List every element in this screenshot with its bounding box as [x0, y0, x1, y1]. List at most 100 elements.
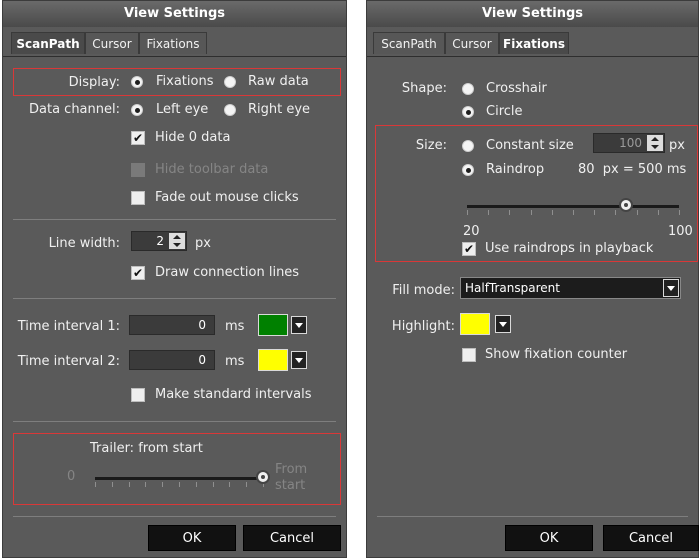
radio-constant-size-label: Constant size	[486, 138, 574, 153]
ok-button[interactable]: OK	[505, 525, 593, 551]
slider-tick	[573, 210, 574, 215]
divider	[13, 219, 336, 220]
tab-cursor[interactable]: Cursor	[445, 32, 499, 54]
radio-raw-data-label: Raw data	[248, 74, 309, 89]
slider-tick	[615, 210, 617, 215]
constant-size-spinner[interactable]: 100	[593, 133, 665, 153]
divider	[13, 516, 336, 517]
time-interval-2-unit: ms	[225, 354, 245, 369]
line-width-value: 2	[156, 234, 164, 248]
raindrop-value-text: 80 px = 500 ms	[578, 162, 687, 177]
slider-tick	[657, 210, 659, 215]
radio-circle[interactable]	[462, 106, 474, 118]
constant-size-value: 100	[619, 136, 642, 150]
slider-tick	[594, 210, 596, 215]
slider-tick	[488, 210, 490, 215]
slider-tick	[162, 482, 164, 487]
highlight-color-swatch[interactable]	[460, 313, 490, 335]
show-fixation-counter-checkbox[interactable]	[462, 348, 476, 362]
tab-scanpath[interactable]: ScanPath	[373, 32, 445, 54]
slider-tick	[467, 210, 468, 215]
make-standard-intervals-label: Make standard intervals	[155, 387, 312, 402]
line-width-label: Line width:	[48, 236, 120, 251]
highlight-color-dropdown-icon[interactable]	[495, 315, 511, 333]
radio-circle-label: Circle	[486, 104, 523, 119]
trailer-label: Trailer: from start	[90, 441, 203, 456]
fill-mode-label: Fill mode:	[392, 283, 455, 298]
view-settings-panel-scanpath: View Settings ScanPath Cursor Fixations …	[2, 0, 347, 558]
spinner-arrows-icon[interactable]	[169, 233, 185, 249]
radio-right-eye-label: Right eye	[248, 102, 311, 117]
tab-bar: ScanPath Cursor Fixations	[3, 28, 346, 57]
slider-tick	[636, 210, 638, 215]
size-slider-handle[interactable]	[619, 198, 633, 212]
tab-scanpath[interactable]: ScanPath	[11, 32, 85, 54]
draw-connection-lines-checkbox[interactable]: ✔	[131, 266, 145, 280]
use-raindrops-checkbox[interactable]: ✔	[462, 242, 476, 256]
slider-tick	[179, 482, 180, 487]
slider-tick	[195, 482, 197, 487]
time-interval-2-color-dropdown-icon[interactable]	[291, 351, 307, 369]
time-interval-1-input[interactable]: 0	[129, 315, 215, 335]
fade-out-mouse-clicks-label: Fade out mouse clicks	[155, 190, 299, 205]
slider-tick	[128, 482, 130, 487]
time-interval-1-unit: ms	[225, 319, 245, 334]
time-interval-2-color-swatch[interactable]	[258, 349, 288, 371]
hide-toolbar-data-label: Hide toolbar data	[155, 162, 269, 177]
hide-0-data-checkbox[interactable]: ✔	[131, 131, 145, 145]
line-width-unit: px	[195, 236, 211, 251]
ok-button[interactable]: OK	[148, 525, 236, 551]
make-standard-intervals-checkbox[interactable]	[131, 388, 145, 402]
line-width-spinner[interactable]: 2	[131, 231, 187, 251]
cancel-button[interactable]: Cancel	[603, 525, 699, 551]
tab-cursor[interactable]: Cursor	[85, 32, 139, 54]
cancel-button[interactable]: Cancel	[243, 525, 341, 551]
hide-toolbar-data-checkbox	[131, 163, 145, 177]
divider	[377, 516, 688, 517]
size-slider-min-label: 20	[463, 224, 480, 239]
time-interval-1-label: Time interval 1:	[17, 319, 120, 334]
fill-mode-select[interactable]: HalfTransparent	[460, 277, 681, 299]
slider-tick	[551, 210, 553, 215]
divider	[13, 421, 336, 422]
shape-label: Shape:	[401, 81, 447, 96]
tab-fixations[interactable]: Fixations	[499, 32, 569, 54]
slider-tick	[530, 210, 532, 215]
view-settings-panel-fixations: View Settings ScanPath Cursor Fixations …	[366, 0, 699, 558]
time-interval-2-input[interactable]: 0	[129, 350, 215, 370]
size-slider-track[interactable]	[467, 205, 679, 208]
highlight-label: Highlight:	[391, 319, 455, 334]
data-channel-label: Data channel:	[29, 102, 120, 117]
time-interval-1-color-swatch[interactable]	[258, 314, 288, 336]
radio-left-eye[interactable]	[131, 104, 143, 116]
slider-tick	[95, 482, 96, 487]
radio-crosshair-label: Crosshair	[486, 81, 547, 96]
radio-fixations[interactable]	[131, 76, 143, 88]
radio-raw-data[interactable]	[224, 76, 236, 88]
display-label: Display:	[68, 75, 120, 90]
radio-raindrop[interactable]	[462, 164, 474, 176]
fade-out-mouse-clicks-checkbox[interactable]	[131, 191, 145, 205]
time-interval-1-color-dropdown-icon[interactable]	[291, 316, 307, 334]
radio-raindrop-label: Raindrop	[486, 162, 545, 177]
size-label: Size:	[415, 138, 447, 153]
panel-title: View Settings	[367, 1, 698, 27]
spinner-arrows-icon[interactable]	[647, 135, 663, 151]
radio-constant-size[interactable]	[462, 140, 474, 152]
trailer-slider-handle[interactable]	[256, 470, 270, 484]
trailer-max-label-line1: From	[275, 462, 308, 477]
hide-0-data-label: Hide 0 data	[155, 130, 231, 145]
show-fixation-counter-label: Show fixation counter	[485, 347, 628, 362]
slider-tick	[246, 482, 248, 487]
panel-title: View Settings	[3, 1, 346, 27]
time-interval-2-label: Time interval 2:	[17, 354, 120, 369]
fill-mode-dropdown-icon[interactable]	[663, 279, 679, 297]
constant-size-unit: px	[669, 138, 685, 153]
radio-right-eye[interactable]	[224, 104, 236, 116]
radio-crosshair[interactable]	[462, 83, 474, 95]
trailer-min-label: 0	[67, 469, 76, 484]
fill-mode-value: HalfTransparent	[465, 281, 560, 295]
tab-fixations[interactable]: Fixations	[139, 32, 207, 54]
trailer-slider-track[interactable]	[95, 477, 263, 480]
divider	[13, 298, 336, 299]
